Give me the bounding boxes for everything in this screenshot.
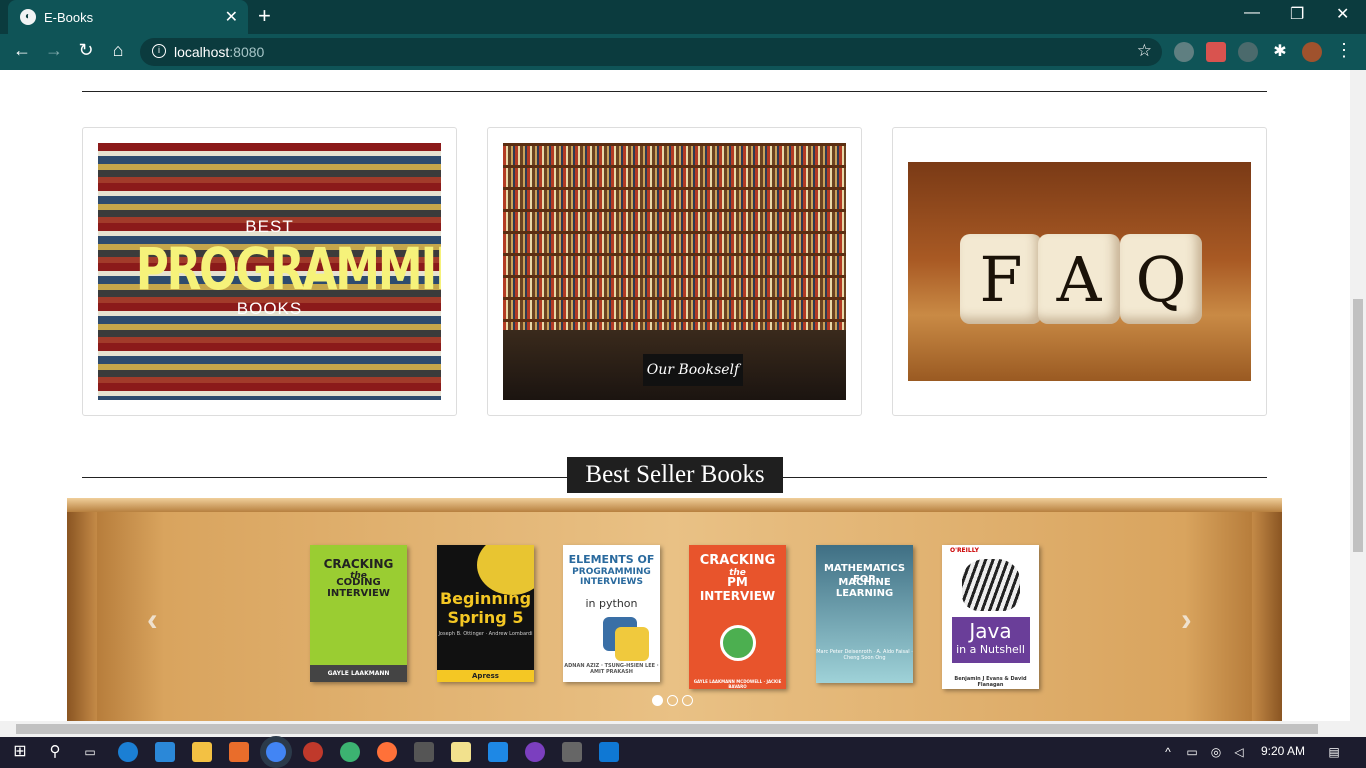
carousel-next-icon[interactable]: › xyxy=(1181,601,1192,638)
tray-chevron-icon[interactable]: ^ xyxy=(1158,742,1178,762)
home-button[interactable]: ⌂ xyxy=(106,40,130,61)
app-icon[interactable] xyxy=(155,742,175,762)
windows-taskbar: ⊞ ⚲ ▭ ^ ▭ ◎ ◁ 9:20 AM ▤ xyxy=(0,737,1366,768)
new-tab-button[interactable]: + xyxy=(258,4,271,28)
mail-icon[interactable] xyxy=(599,742,619,762)
app-icon[interactable] xyxy=(562,742,582,762)
faq-image[interactable]: F A Q xyxy=(908,162,1251,381)
faq-dice-f: F xyxy=(960,234,1042,324)
book-elements-of-programming-interviews[interactable]: ELEMENTS OF PROGRAMMING INTERVIEWS in py… xyxy=(563,545,660,682)
reload-button[interactable]: ↻ xyxy=(74,40,98,61)
tab-close-icon[interactable]: ✕ xyxy=(225,7,238,27)
book-beginning-spring-5[interactable]: Beginning Spring 5 Joseph B. Ottinger · … xyxy=(437,545,534,682)
vertical-scroll-thumb[interactable] xyxy=(1353,299,1363,552)
bookshelf-image[interactable]: Our Bookself xyxy=(503,143,846,400)
notes-icon[interactable] xyxy=(451,742,471,762)
back-button[interactable]: ← xyxy=(10,40,34,61)
search-icon[interactable]: ⚲ xyxy=(45,742,65,762)
restore-button[interactable]: ❐ xyxy=(1290,4,1304,24)
faq-card[interactable]: F A Q xyxy=(892,127,1267,416)
overlay-programming: PROGRAMMING xyxy=(135,235,441,303)
book-mathematics-for-machine-learning[interactable]: MATHEMATICS FOR MACHINE LEARNING Marc Pe… xyxy=(816,545,913,683)
firefox-icon[interactable] xyxy=(377,742,397,762)
shelf-left xyxy=(67,512,97,721)
book-cracking-coding-interview[interactable]: CRACKING the CODING INTERVIEW GAYLE LAAK… xyxy=(310,545,407,682)
bestseller-heading: Best Seller Books xyxy=(567,457,783,493)
clock-time[interactable]: 9:20 AM xyxy=(1261,744,1305,758)
shelf-top xyxy=(67,498,1282,512)
window-close-button[interactable]: ✕ xyxy=(1336,4,1349,24)
file-explorer-icon[interactable] xyxy=(192,742,212,762)
minimize-button[interactable]: — xyxy=(1244,4,1260,22)
app-icon[interactable] xyxy=(525,742,545,762)
horizontal-scrollbar[interactable] xyxy=(0,721,1366,737)
browser-tabbar: ◐ E-Books ✕ + — ❐ ✕ xyxy=(0,0,1366,34)
battery-icon[interactable]: ▭ xyxy=(1182,742,1202,762)
book-java-in-a-nutshell[interactable]: O'REILLY Java in a Nutshell Benjamin J E… xyxy=(942,545,1039,689)
programming-books-card[interactable]: BEST PROGRAMMING BOOKS xyxy=(82,127,457,416)
faq-dice-a: A xyxy=(1038,234,1120,324)
app-icon[interactable] xyxy=(303,742,323,762)
calculator-icon[interactable] xyxy=(414,742,434,762)
browser-tab[interactable]: ◐ E-Books ✕ xyxy=(8,0,248,34)
site-info-icon[interactable]: i xyxy=(152,44,166,58)
carousel-dot[interactable] xyxy=(682,695,693,706)
carousel-indicators xyxy=(652,693,697,711)
browser-menu-icon[interactable]: ⋮ xyxy=(1332,40,1356,61)
notification-icon[interactable]: ▤ xyxy=(1324,742,1344,762)
book-cracking-pm-interview[interactable]: CRACKING the PM INTERVIEW GAYLE LAAKMANN… xyxy=(689,545,786,689)
horizontal-scroll-thumb[interactable] xyxy=(16,724,1318,734)
overlay-books: BOOKS xyxy=(236,299,303,318)
tab-title: E-Books xyxy=(44,10,94,25)
app-icon[interactable] xyxy=(488,742,508,762)
carousel-prev-icon[interactable]: ‹ xyxy=(147,601,158,638)
carousel-dot[interactable] xyxy=(667,695,678,706)
app-icon[interactable] xyxy=(229,742,249,762)
programming-books-image[interactable]: BEST PROGRAMMING BOOKS xyxy=(98,143,441,400)
shelf-right xyxy=(1252,512,1282,721)
bookmark-star-icon[interactable]: ☆ xyxy=(1137,41,1152,61)
bookshelf-label: Our Bookself xyxy=(643,354,743,386)
edge-icon[interactable] xyxy=(118,742,138,762)
app-icon[interactable] xyxy=(340,742,360,762)
page-content: BEST PROGRAMMING BOOKS Our Bookself F A … xyxy=(0,70,1350,721)
vertical-scrollbar[interactable] xyxy=(1350,70,1366,721)
task-view-icon[interactable]: ▭ xyxy=(80,742,100,762)
extension-icon[interactable] xyxy=(1206,42,1226,62)
puzzle-extensions-icon[interactable]: ✱ xyxy=(1270,42,1290,62)
faq-dice-q: Q xyxy=(1120,234,1202,324)
browser-toolbar: ← → ↻ ⌂ i localhost:8080 ☆ ✱ ⋮ xyxy=(0,34,1366,70)
carousel-dot[interactable] xyxy=(652,695,663,706)
divider xyxy=(82,91,1267,92)
extension-icon[interactable] xyxy=(1238,42,1258,62)
overlay-best: BEST xyxy=(245,217,294,236)
chrome-icon[interactable] xyxy=(266,742,286,762)
extension-icon[interactable] xyxy=(1174,42,1194,62)
volume-icon[interactable]: ◁ xyxy=(1229,742,1249,762)
network-icon[interactable]: ◎ xyxy=(1206,742,1226,762)
favicon-icon: ◐ xyxy=(20,9,36,25)
forward-button[interactable]: → xyxy=(42,40,66,61)
address-bar[interactable]: i localhost:8080 ☆ xyxy=(140,38,1162,66)
profile-avatar[interactable] xyxy=(1302,42,1322,62)
bestseller-carousel: ‹ › CRACKING the CODING INTERVIEW GAYLE … xyxy=(67,498,1282,721)
url-text: localhost:8080 xyxy=(174,44,265,60)
bookshelf-card[interactable]: Our Bookself xyxy=(487,127,862,416)
windows-start-icon[interactable]: ⊞ xyxy=(10,742,30,762)
